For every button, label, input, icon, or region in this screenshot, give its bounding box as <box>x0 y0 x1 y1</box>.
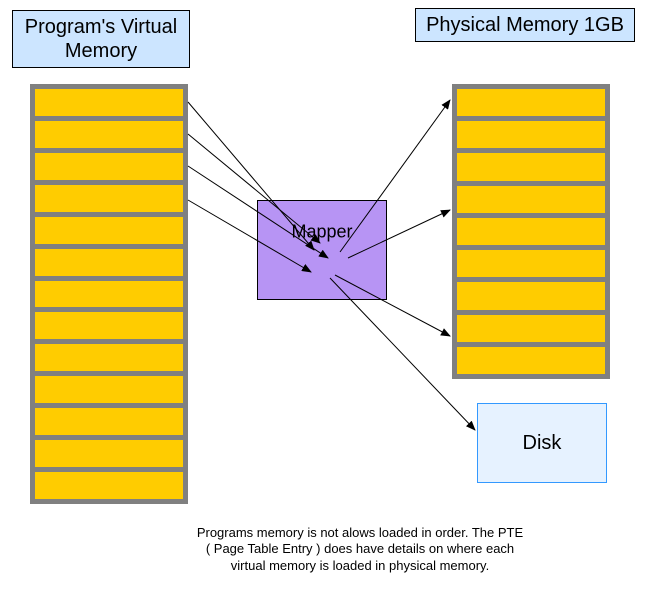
virtual-memory-page <box>35 312 183 339</box>
physical-memory-frame <box>457 89 605 116</box>
virtual-memory-title: Program's Virtual Memory <box>12 10 190 68</box>
physical-memory-block <box>452 84 610 379</box>
mapper-box: Mapper <box>257 200 387 300</box>
physical-memory-title: Physical Memory 1GB <box>415 8 635 42</box>
physical-memory-frame <box>457 186 605 213</box>
disk-box: Disk <box>477 403 607 483</box>
virtual-memory-page <box>35 472 183 499</box>
caption-line-2: ( Page Table Entry ) does have details o… <box>150 541 570 557</box>
virtual-memory-page <box>35 89 183 116</box>
mapper-label: Mapper <box>291 222 352 243</box>
physical-memory-frame <box>457 218 605 245</box>
disk-label: Disk <box>523 432 562 455</box>
physical-memory-frame <box>457 347 605 374</box>
physical-memory-title-text: Physical Memory 1GB <box>426 14 624 36</box>
virtual-memory-page <box>35 121 183 148</box>
caption-text: Programs memory is not alows loaded in o… <box>150 525 570 574</box>
virtual-memory-page <box>35 408 183 435</box>
physical-memory-frame <box>457 315 605 342</box>
physical-memory-frame <box>457 121 605 148</box>
virtual-memory-page <box>35 376 183 403</box>
physical-memory-frame <box>457 250 605 277</box>
virtual-memory-page <box>35 153 183 180</box>
virtual-memory-page <box>35 217 183 244</box>
virtual-memory-block <box>30 84 188 504</box>
virtual-memory-page <box>35 344 183 371</box>
physical-memory-frame <box>457 153 605 180</box>
virtual-memory-title-text: Program's Virtual Memory <box>25 16 177 62</box>
virtual-memory-page <box>35 281 183 308</box>
caption-line-3: virtual memory is loaded in physical mem… <box>150 558 570 574</box>
virtual-memory-page <box>35 185 183 212</box>
caption-line-1: Programs memory is not alows loaded in o… <box>150 525 570 541</box>
physical-memory-frame <box>457 282 605 309</box>
virtual-memory-page <box>35 440 183 467</box>
virtual-memory-page <box>35 249 183 276</box>
diagram-stage: Program's Virtual Memory Physical Memory… <box>0 0 655 601</box>
